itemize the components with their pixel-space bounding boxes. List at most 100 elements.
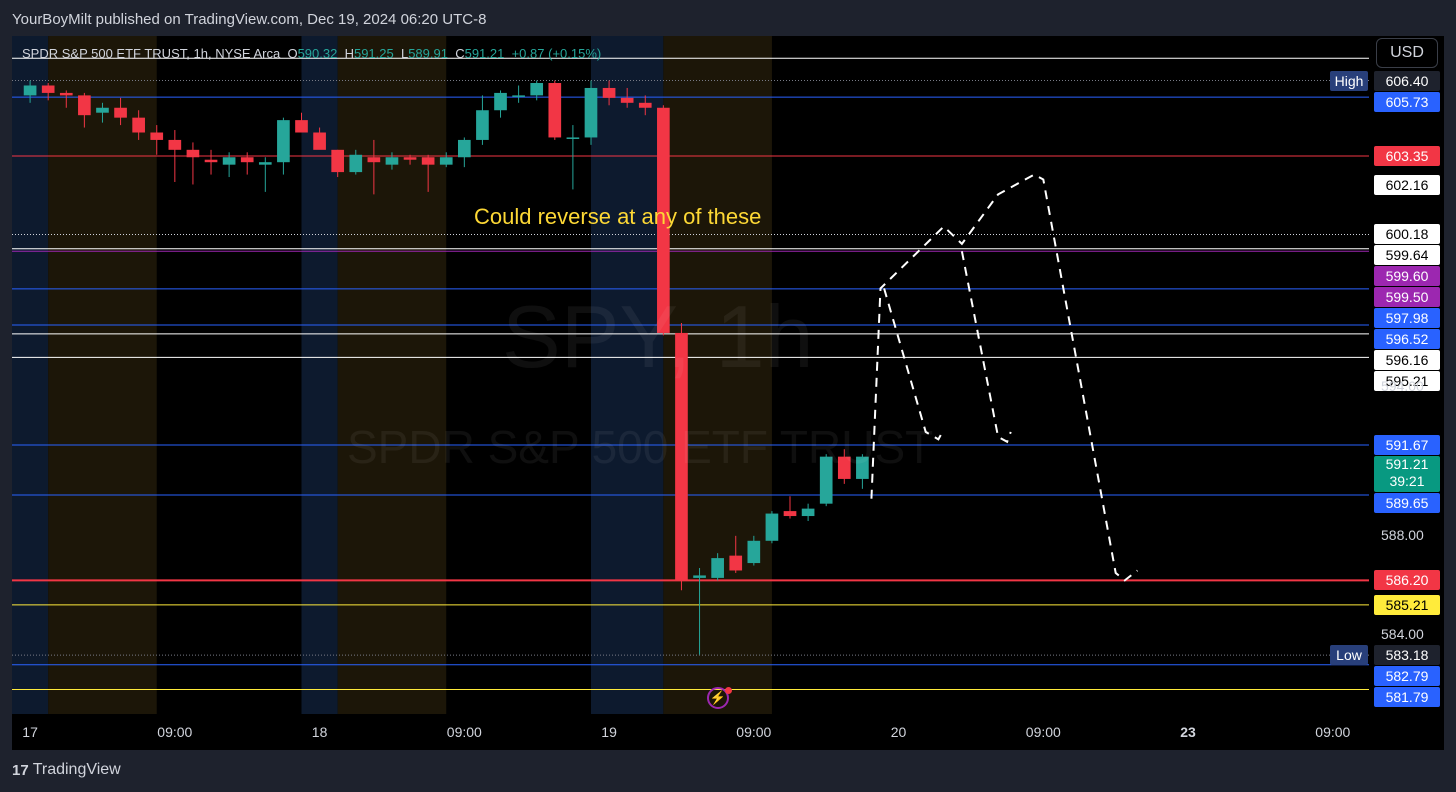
time-tick-label: 09:00 <box>446 724 482 740</box>
price-tag-581.79[interactable]: 581.79 <box>1374 687 1440 708</box>
candle-body <box>186 149 200 158</box>
candle-body <box>96 107 109 113</box>
price-tag-597.98[interactable]: 597.98 <box>1374 308 1440 329</box>
candle-body <box>168 139 182 150</box>
axis-price-label: 588.00 <box>1381 526 1424 543</box>
candle-body <box>693 575 706 578</box>
price-tag-591.67[interactable]: 591.67 <box>1374 435 1440 456</box>
candle-body <box>801 508 815 517</box>
candle-body <box>240 157 254 163</box>
candle-body <box>711 558 724 578</box>
price-tag-value: 599.64 <box>1385 247 1429 264</box>
price-tag-value: 605.73 <box>1385 93 1429 110</box>
ohlc-c-label: C <box>455 46 465 61</box>
candle-body <box>729 555 743 571</box>
candle-body <box>439 157 453 165</box>
price-tag-583.18[interactable]: 583.18 <box>1374 645 1440 666</box>
session-band-0 <box>12 36 49 714</box>
symbol-name: SPDR S&P 500 ETF TRUST <box>22 46 187 61</box>
candle-body <box>584 87 598 138</box>
price-tag-value: 603.35 <box>1385 148 1429 164</box>
projection-branch-0 <box>883 288 945 441</box>
candle-body <box>566 137 580 139</box>
candle-body <box>349 154 363 173</box>
candle-body <box>765 513 779 541</box>
price-tag-value: 581.79 <box>1385 689 1429 706</box>
price-tag-591.21[interactable]: 591.21 39:21 <box>1374 456 1440 493</box>
session-band-3 <box>337 36 447 714</box>
chart-area[interactable]: SPY, 1h SPDR S&P 500 ETF TRUST SPDR S&P … <box>12 36 1444 750</box>
price-tag-value: 596.16 <box>1385 352 1429 369</box>
price-tag-589.65[interactable]: 589.65 <box>1374 493 1440 514</box>
price-tag-value: 591.21 <box>1385 456 1429 473</box>
price-tag-value: 599.60 <box>1385 268 1429 285</box>
chart-annotation[interactable]: Could reverse at any of these <box>474 204 761 230</box>
axis-price-label: 584.00 <box>1381 625 1424 642</box>
candle-body <box>41 85 55 93</box>
watermark-name: SPDR S&P 500 ETF TRUST <box>347 421 934 473</box>
time-tick-label: 23 <box>1180 724 1196 740</box>
price-tag-603.35[interactable]: 603.35 <box>1374 146 1440 166</box>
candle-body <box>295 120 308 133</box>
candle-body <box>458 139 471 158</box>
time-tick-label: 09:00 <box>736 724 772 740</box>
candle-body <box>132 117 145 133</box>
candle-body <box>258 162 272 165</box>
candle-body <box>602 87 616 98</box>
projection-branch-1 <box>960 251 1012 444</box>
price-tag-582.79[interactable]: 582.79 <box>1374 666 1440 687</box>
candle-body <box>747 540 761 564</box>
price-tag-596.16[interactable]: 596.16 <box>1374 350 1440 371</box>
candle-body <box>313 132 326 150</box>
candle-body <box>150 132 164 140</box>
price-tag-602.16[interactable]: 602.16 <box>1374 175 1440 196</box>
price-tag-596.52[interactable]: 596.52 <box>1374 329 1440 350</box>
ohlc-low: 589.91 <box>408 46 448 61</box>
candle-body <box>548 83 562 138</box>
side-label-high: High <box>1330 70 1368 91</box>
candle-body <box>403 157 417 160</box>
symbol-legend[interactable]: SPDR S&P 500 ETF TRUST, 1h, NYSE Arca O5… <box>22 46 601 61</box>
time-tick-label: 09:00 <box>157 724 193 740</box>
price-tag-value: 591.67 <box>1385 437 1429 454</box>
publisher-bar: YourBoyMilt published on TradingView.com… <box>0 0 1456 36</box>
ohlc-o-label: O <box>287 46 298 61</box>
candle-body <box>222 157 236 165</box>
time-tick-label: 18 <box>311 724 328 740</box>
tradingview-logo-icon: 17 <box>12 761 29 779</box>
ohlc-change-pct: (+0.15%) <box>548 46 602 61</box>
candle-body <box>638 102 652 108</box>
price-tag-value: 606.40 <box>1385 72 1429 89</box>
tradingview-logo[interactable]: 17 TradingView <box>12 761 121 779</box>
candlestick-chart[interactable] <box>12 36 1444 750</box>
candle-body <box>367 157 381 163</box>
candle-body <box>783 511 797 517</box>
price-tag-value: 602.16 <box>1385 177 1429 194</box>
price-tag-599.50[interactable]: 599.50 <box>1374 287 1440 308</box>
price-tag-value: 600.18 <box>1385 226 1429 243</box>
notification-dot <box>725 687 732 694</box>
currency-button[interactable]: USD <box>1376 38 1438 68</box>
price-tag-600.18[interactable]: 600.18 <box>1374 224 1440 245</box>
price-tag-value: 583.18 <box>1385 647 1429 664</box>
ohlc-high: 591.25 <box>353 46 394 61</box>
time-tick-label: 20 <box>890 724 907 740</box>
time-tick-label: 09:00 <box>1025 724 1061 740</box>
price-tag-586.20[interactable]: 586.20 <box>1374 570 1440 591</box>
candle-body <box>277 120 290 163</box>
price-tag-value: 589.65 <box>1385 495 1429 512</box>
candle-body <box>59 92 73 96</box>
candle-body <box>114 107 127 118</box>
publisher-text: YourBoyMilt published on TradingView.com… <box>12 11 487 28</box>
price-tag-605.73[interactable]: 605.73 <box>1374 91 1440 112</box>
time-tick-label: 09:00 <box>1315 724 1351 740</box>
axis-price-label: 594.00 <box>1381 378 1424 395</box>
price-tag-606.40[interactable]: 606.40 <box>1374 70 1440 91</box>
price-tag-585.21[interactable]: 585.21 <box>1374 594 1440 615</box>
ohlc-h-label: H <box>344 46 354 61</box>
price-tag-value: 596.52 <box>1385 331 1429 348</box>
price-tag-599.60[interactable]: 599.60 <box>1374 266 1440 287</box>
price-tag-value: 597.98 <box>1385 310 1429 327</box>
price-tag-599.64[interactable]: 599.64 <box>1374 245 1440 266</box>
candle-body <box>620 97 634 103</box>
